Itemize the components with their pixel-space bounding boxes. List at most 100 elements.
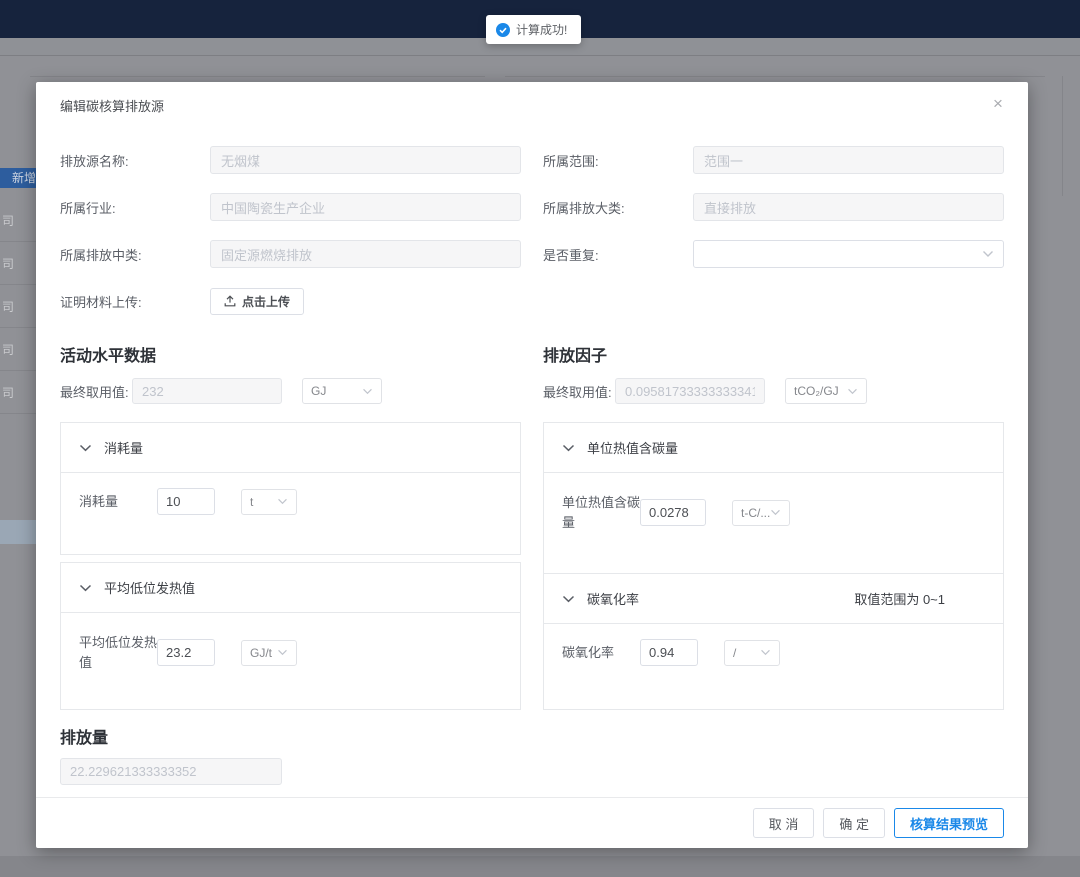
calorific-input[interactable] xyxy=(157,639,215,666)
calorific-unit-select[interactable]: GJ/t xyxy=(241,640,297,666)
dialog-header: 编辑碳核算排放源 × xyxy=(36,82,1028,126)
chevron-down-icon xyxy=(277,498,288,505)
emission-mid-input[interactable] xyxy=(210,240,521,268)
toast-message: 计算成功! xyxy=(516,21,567,38)
industry-label: 所属行业: xyxy=(60,198,210,217)
calorific-unit-value: GJ/t xyxy=(250,646,272,660)
emission-amount-input[interactable] xyxy=(60,758,282,785)
carbon-content-unit-value: t-C/... xyxy=(741,506,770,520)
carbon-content-row: 单位热值含碳量 t-C/... xyxy=(562,493,985,532)
consumption-unit-value: t xyxy=(250,495,253,509)
oxidation-panel-title: 碳氧化率 xyxy=(587,589,639,608)
carbon-content-panel-header[interactable]: 单位热值含碳量 xyxy=(544,423,1003,473)
oxidation-row-label: 碳氧化率 xyxy=(562,643,640,663)
consumption-input[interactable] xyxy=(157,488,215,515)
factor-unit-select[interactable]: tCO₂/GJ xyxy=(785,378,867,404)
chevron-down-icon xyxy=(362,388,373,395)
industry-input[interactable] xyxy=(210,193,521,221)
data-sections: 活动水平数据 最终取用值: GJ xyxy=(60,342,1004,710)
upload-button[interactable]: 点击上传 xyxy=(210,288,304,315)
table-row: 司 xyxy=(0,372,36,414)
oxidation-range-note: 取值范围为 0~1 xyxy=(854,589,985,608)
source-name-label: 排放源名称: xyxy=(60,151,210,170)
field-duplicate: 是否重复: xyxy=(543,240,1004,268)
upload-button-label: 点击上传 xyxy=(242,293,290,310)
duplicate-label: 是否重复: xyxy=(543,245,693,264)
dialog-title: 编辑碳核算排放源 xyxy=(60,99,164,114)
duplicate-select[interactable] xyxy=(693,240,1004,268)
toast-success: 计算成功! xyxy=(486,15,581,44)
scope-input[interactable] xyxy=(693,146,1004,174)
emission-mid-label: 所属排放中类: xyxy=(60,245,210,264)
carbon-content-unit-select[interactable]: t-C/... xyxy=(732,500,790,526)
oxidation-row: 碳氧化率 / xyxy=(562,639,985,666)
factor-section: 排放因子 最终取用值: tCO₂/GJ xyxy=(543,342,1004,710)
chevron-down-icon xyxy=(277,649,288,656)
calorific-panel-title: 平均低位发热值 xyxy=(104,578,195,597)
cancel-button[interactable]: 取 消 xyxy=(753,808,815,838)
consumption-unit-select[interactable]: t xyxy=(241,489,297,515)
background-card-edge xyxy=(30,76,485,77)
basic-info-form: 排放源名称: 所属范围: 所属行业: 所属排放大类: 所属排放中类: 是否重复: xyxy=(60,146,1004,334)
table-row: 司 xyxy=(0,243,36,285)
chevron-down-icon xyxy=(982,250,994,258)
table-row: 司 xyxy=(0,200,36,242)
factor-final-row: 最终取用值: tCO₂/GJ xyxy=(543,378,1004,404)
table-row: 司 xyxy=(0,329,36,371)
calorific-panel-header[interactable]: 平均低位发热值 xyxy=(61,563,520,613)
factor-unit-value: tCO₂/GJ xyxy=(794,384,839,398)
calorific-row-label: 平均低位发热值 xyxy=(79,633,157,672)
activity-final-input[interactable] xyxy=(132,378,282,404)
close-icon[interactable]: × xyxy=(988,94,1008,114)
field-industry: 所属行业: xyxy=(60,193,521,221)
factor-section-title: 排放因子 xyxy=(543,342,1004,366)
table-row: 司 xyxy=(0,286,36,328)
activity-section-title: 活动水平数据 xyxy=(60,342,521,366)
field-scope: 所属范围: xyxy=(543,146,1004,174)
carbon-content-panel-title: 单位热值含碳量 xyxy=(587,438,678,457)
edit-emission-source-dialog: 编辑碳核算排放源 × 排放源名称: 所属范围: 所属行业: 所属排放大类: xyxy=(36,82,1028,848)
consumption-panel-header[interactable]: 消耗量 xyxy=(61,423,520,473)
calorific-panel: 平均低位发热值 平均低位发热值 GJ/t xyxy=(60,562,521,710)
consumption-panel-body: 消耗量 t xyxy=(61,473,520,530)
collapse-chevron-icon xyxy=(562,595,575,603)
carbon-content-panel: 单位热值含碳量 单位热值含碳量 t-C/... xyxy=(543,422,1004,574)
chevron-down-icon xyxy=(760,649,771,656)
factor-final-label: 最终取用值: xyxy=(543,382,615,401)
emission-major-label: 所属排放大类: xyxy=(543,198,693,217)
consumption-panel-title: 消耗量 xyxy=(104,438,143,457)
confirm-button[interactable]: 确 定 xyxy=(823,808,885,838)
dialog-footer: 取 消 确 定 核算结果预览 xyxy=(36,797,1028,848)
oxidation-unit-select[interactable]: / xyxy=(724,640,780,666)
oxidation-panel-header[interactable]: 碳氧化率 取值范围为 0~1 xyxy=(544,574,1003,624)
dialog-body: 排放源名称: 所属范围: 所属行业: 所属排放大类: 所属排放中类: 是否重复: xyxy=(36,126,1028,785)
activity-final-row: 最终取用值: GJ xyxy=(60,378,521,404)
field-source-name: 排放源名称: xyxy=(60,146,521,174)
chevron-down-icon xyxy=(847,388,858,395)
calorific-row: 平均低位发热值 GJ/t xyxy=(79,633,502,672)
source-name-input[interactable] xyxy=(210,146,521,174)
field-emission-mid: 所属排放中类: xyxy=(60,240,521,268)
factor-final-input[interactable] xyxy=(615,378,765,404)
consumption-row-label: 消耗量 xyxy=(79,492,157,512)
activity-unit-select[interactable]: GJ xyxy=(302,378,382,404)
oxidation-panel-body: 碳氧化率 / xyxy=(544,624,1003,681)
collapse-chevron-icon xyxy=(562,444,575,452)
activity-unit-value: GJ xyxy=(311,384,326,398)
carbon-content-row-label: 单位热值含碳量 xyxy=(562,493,640,532)
field-upload: 证明材料上传: 点击上传 xyxy=(60,287,521,315)
preview-result-button[interactable]: 核算结果预览 xyxy=(894,808,1004,838)
success-check-icon xyxy=(496,23,510,37)
collapse-chevron-icon xyxy=(79,584,92,592)
oxidation-panel: 碳氧化率 取值范围为 0~1 碳氧化率 / xyxy=(543,574,1004,710)
upload-icon xyxy=(224,295,236,307)
emission-major-input[interactable] xyxy=(693,193,1004,221)
activity-final-label: 最终取用值: xyxy=(60,382,132,401)
consumption-row: 消耗量 t xyxy=(79,488,502,515)
oxidation-input[interactable] xyxy=(640,639,698,666)
carbon-content-panel-body: 单位热值含碳量 t-C/... xyxy=(544,473,1003,547)
field-emission-major: 所属排放大类: xyxy=(543,193,1004,221)
activity-section: 活动水平数据 最终取用值: GJ xyxy=(60,342,521,710)
consumption-panel: 消耗量 消耗量 t xyxy=(60,422,521,555)
carbon-content-input[interactable] xyxy=(640,499,706,526)
